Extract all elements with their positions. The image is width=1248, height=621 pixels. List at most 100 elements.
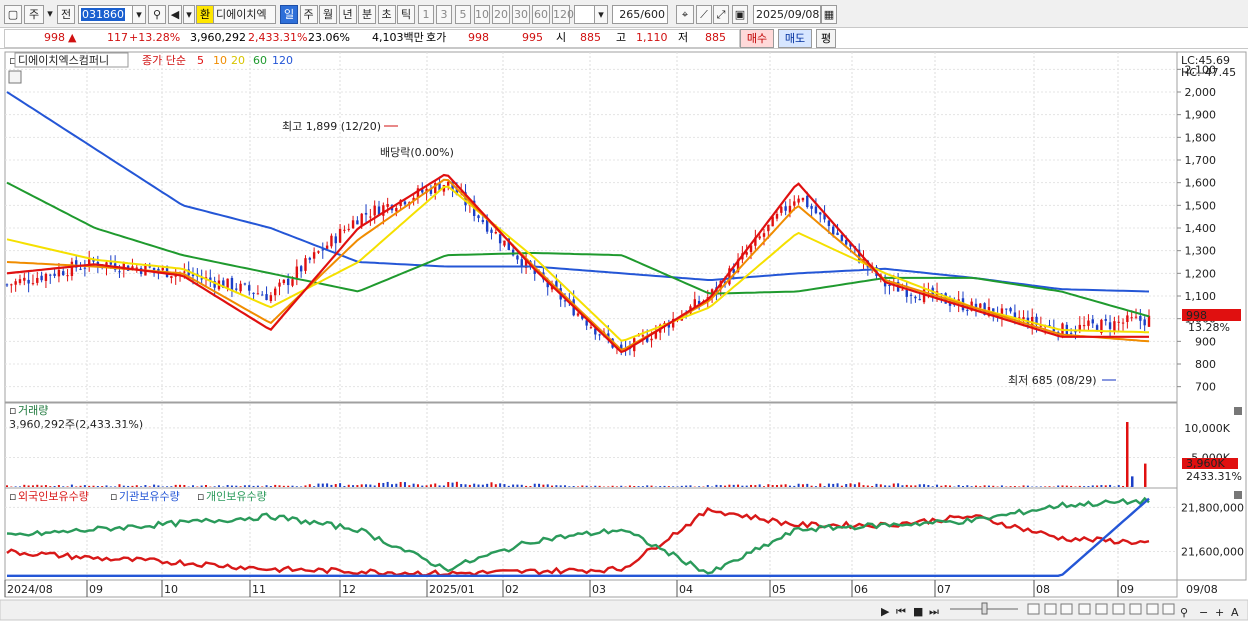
holdings-close-icon[interactable] (1234, 491, 1242, 499)
interval-option-60[interactable]: 60 (532, 5, 550, 24)
volume-bar (473, 483, 476, 487)
candle-body (356, 220, 359, 225)
calculator-icon[interactable] (8, 70, 22, 84)
volume-bar (966, 485, 969, 487)
speaker-dropdown-icon[interactable]: ▾ (183, 5, 195, 24)
volume-panel[interactable] (4, 402, 1178, 489)
volume-bar (248, 485, 251, 487)
candle-body (261, 294, 264, 296)
volume-bar (213, 486, 216, 487)
price-panel[interactable] (4, 51, 1178, 403)
candle-body (183, 271, 186, 273)
candle-body (226, 278, 229, 288)
candle-body (767, 224, 770, 232)
stock-code-input[interactable]: 031860 (78, 5, 136, 24)
x-axis-label: 08 (1036, 583, 1050, 596)
interval-option-10[interactable]: 10 (474, 5, 490, 24)
candle-body (909, 294, 913, 296)
eval-button[interactable]: 평 (816, 29, 836, 48)
volume-bar (334, 484, 337, 487)
link-icon[interactable] (1095, 603, 1108, 615)
volume-bar (745, 485, 748, 487)
volume-bar (170, 486, 173, 487)
prev-label: 전 (60, 8, 72, 21)
save-icon[interactable]: ▣ (732, 5, 748, 24)
candle-body (5, 284, 9, 286)
period-tab-4[interactable]: 분 (358, 5, 376, 24)
draw-tool-icon[interactable]: ⤢ (713, 5, 729, 24)
chart-area[interactable]: 2,100 2,000 1,900 1,800 1,700 1,600 1,500 1,400… (0, 50, 1248, 621)
prev-button[interactable]: 전 (57, 5, 75, 24)
crosshair-icon[interactable]: ⌖ (676, 5, 694, 24)
window-icon[interactable]: ▢ (4, 5, 22, 24)
interval-dropdown-icon[interactable]: ▾ (594, 5, 608, 24)
fx-label: 환 (199, 8, 211, 21)
zoom-slider-handle[interactable] (981, 602, 988, 615)
count-field[interactable]: 265/600 (612, 5, 668, 24)
buy-button[interactable]: 매수 (740, 29, 774, 48)
volume-bar (750, 484, 753, 487)
volume-bar (114, 486, 117, 487)
interval-option-30[interactable]: 30 (512, 5, 530, 24)
volume-bar (287, 485, 290, 487)
period-tab-3[interactable]: 년 (338, 5, 357, 24)
volume-bar (386, 481, 389, 487)
volume-bar (378, 482, 381, 487)
candle-body (576, 313, 580, 316)
candle-body (291, 279, 294, 286)
layout-icon-3[interactable] (1060, 603, 1073, 615)
volume-bar (628, 485, 631, 487)
candle-body (840, 234, 844, 241)
calendar-icon[interactable]: ▦ (821, 5, 837, 24)
period-tab-2[interactable]: 월 (319, 5, 337, 24)
date-input[interactable]: 2025/09/08 (753, 5, 821, 24)
candle-body (373, 205, 376, 216)
interval-option-3[interactable]: 3 (436, 5, 452, 24)
crosshair-tool-icon[interactable] (1078, 603, 1091, 615)
speaker-icon[interactable]: ◀ (168, 5, 182, 24)
volume-bar (499, 483, 502, 487)
search-icon[interactable]: ⚲ (148, 5, 166, 24)
stock-code-dropdown-icon[interactable]: ▾ (132, 5, 146, 24)
volume-bar (931, 486, 934, 487)
fx-button[interactable]: 환 (196, 5, 214, 24)
layout-icon-2[interactable] (1044, 603, 1057, 615)
volume-close-icon[interactable] (1234, 407, 1242, 415)
period-tab-1[interactable]: 주 (299, 5, 318, 24)
volume-bar (858, 482, 861, 487)
period-tab-5[interactable]: 초 (377, 5, 396, 24)
volume-bar (339, 483, 342, 487)
volume-bar (36, 484, 39, 487)
stock-chart[interactable]: 2,1002,0001,9001,8001,7001,6001,5001,400… (0, 50, 1248, 621)
volume-bar (442, 485, 445, 487)
market-select[interactable]: 주 (24, 5, 44, 24)
period-tab-6[interactable]: 틱 (397, 5, 415, 24)
volume-bar (382, 482, 385, 487)
period-tab-0[interactable]: 일 (280, 5, 298, 24)
volume-bar (814, 486, 817, 487)
interval-option-5[interactable]: 5 (455, 5, 471, 24)
market-dropdown-icon[interactable]: ▾ (45, 5, 55, 24)
volume-bar (901, 485, 904, 487)
sell-button[interactable]: 매도 (778, 29, 812, 48)
volume-bar (646, 485, 649, 487)
candle-body (325, 245, 329, 249)
volume-bar (369, 484, 372, 487)
expand-icon[interactable] (1146, 603, 1159, 615)
candle-body (235, 288, 238, 290)
volume-bar (75, 486, 78, 487)
interval-option-120[interactable]: 120 (552, 5, 574, 24)
volume-bar (274, 484, 277, 487)
candle-body (10, 284, 13, 286)
draw-line-icon[interactable]: ⟋ (696, 5, 712, 24)
volume-bar (429, 484, 432, 487)
x-axis-label: 2025/01 (429, 583, 475, 596)
layout-icon-1[interactable] (1027, 603, 1040, 615)
price-y-tick: 1,900 (1185, 109, 1217, 122)
reset-icon[interactable] (1129, 603, 1142, 615)
interval-option-1[interactable]: 1 (418, 5, 434, 24)
layout-icon-5[interactable] (1162, 603, 1175, 615)
layout-icon-4[interactable] (1112, 603, 1125, 615)
volume-bar (871, 486, 874, 487)
interval-option-20[interactable]: 20 (492, 5, 510, 24)
